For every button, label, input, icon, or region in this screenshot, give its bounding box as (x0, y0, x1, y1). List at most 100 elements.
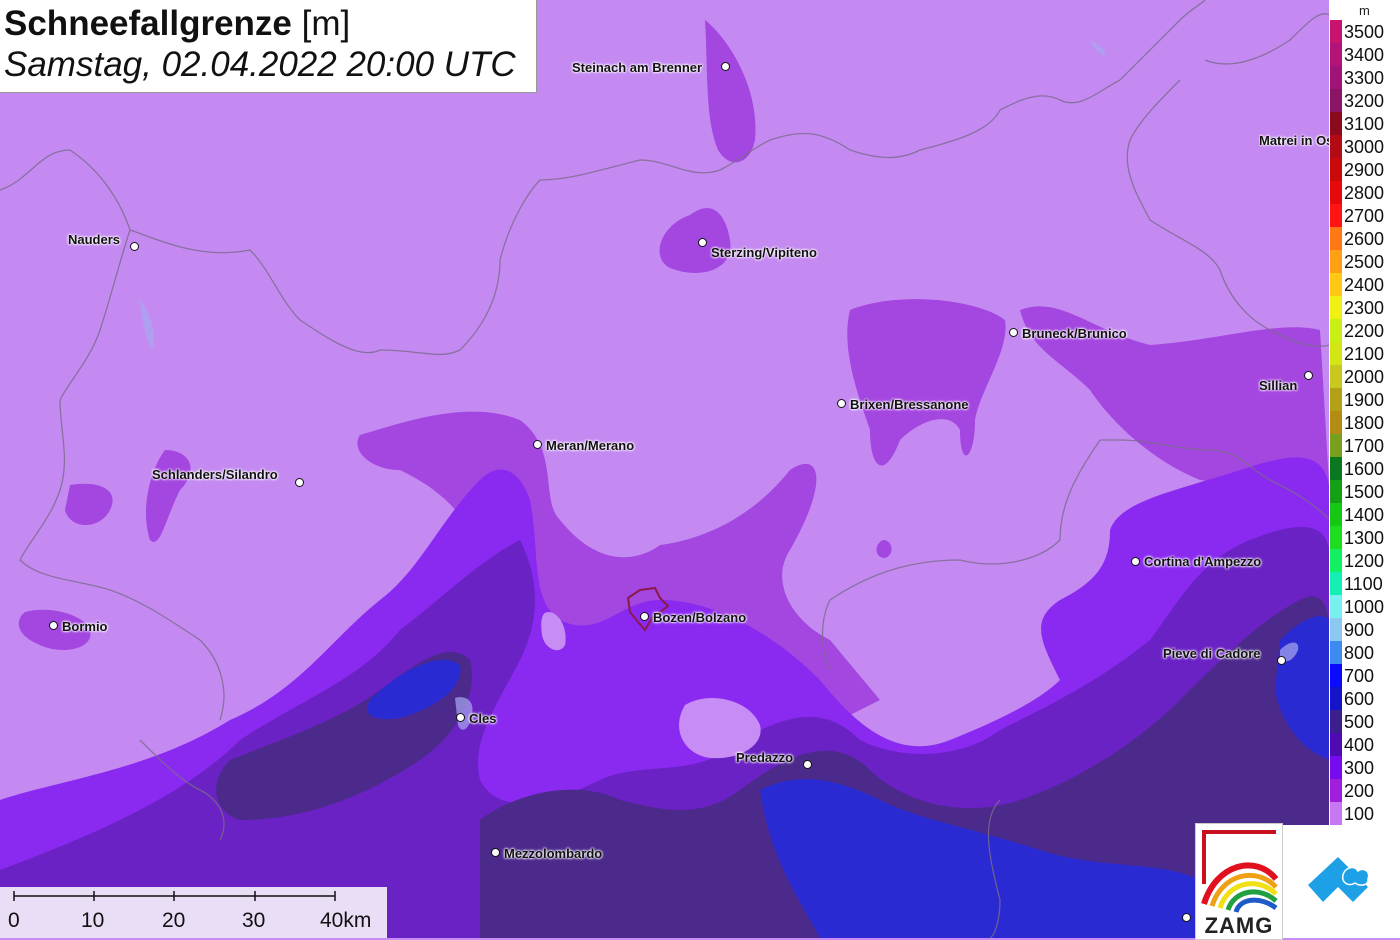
city-label-mezzolombardo: Mezzolombardo (504, 846, 603, 861)
legend-swatch (1330, 388, 1342, 411)
city-dot-mezzolombardo[interactable] (491, 848, 500, 857)
legend-swatch (1330, 434, 1342, 457)
legend-swatch (1330, 480, 1342, 503)
legend-swatch (1330, 296, 1342, 319)
legend-swatch (1330, 66, 1342, 89)
geosphere-logo-icon (1308, 857, 1370, 902)
zamg-logo[interactable]: ZAMG (1195, 823, 1283, 940)
legend-row: 1300 (1329, 526, 1400, 549)
legend-label: 3500 (1344, 22, 1385, 42)
legend-label: 3200 (1344, 91, 1385, 111)
legend-swatch (1330, 273, 1342, 296)
city-dot-predazzo[interactable] (803, 760, 812, 769)
legend-row: 1100 (1329, 572, 1400, 595)
city-dot-brixen[interactable] (837, 399, 846, 408)
scale-label-30: 30 (242, 909, 266, 932)
legend-label: 800 (1344, 643, 1375, 663)
legend-label: 3300 (1344, 68, 1385, 88)
city-dot-unlabeled[interactable] (1182, 913, 1191, 922)
legend-row: 2500 (1329, 250, 1400, 273)
legend-swatch (1330, 20, 1342, 43)
legend-swatch (1330, 779, 1342, 802)
legend-swatch (1330, 802, 1342, 825)
legend-label: 600 (1344, 689, 1375, 709)
scale-bar: 0 10 20 30 40km (0, 887, 387, 938)
legend-swatch (1330, 687, 1342, 710)
city-label-cortina: Cortina d'Ampezzo (1144, 554, 1262, 569)
map-datetime: Samstag, 02.04.2022 20:00 UTC (4, 45, 516, 84)
scale-label-40: 40km (320, 909, 372, 932)
legend-label: 2200 (1344, 321, 1385, 341)
legend-row: 1600 (1329, 457, 1400, 480)
city-dot-meran[interactable] (533, 440, 542, 449)
legend-swatch (1330, 756, 1342, 779)
parameter-unit: [m] (301, 4, 351, 43)
legend-swatch (1330, 618, 1342, 641)
city-label-bormio: Bormio (62, 619, 108, 634)
city-label-pieve: Pieve di Cadore (1163, 646, 1261, 661)
legend-label: 1900 (1344, 390, 1385, 410)
city-label-sterzing: Sterzing/Vipiteno (711, 245, 817, 260)
legend-row: 2700 (1329, 204, 1400, 227)
legend-label: 1600 (1344, 459, 1385, 479)
city-dot-cortina[interactable] (1131, 557, 1140, 566)
city-dot-bozen[interactable] (640, 612, 649, 621)
legend-swatch (1330, 43, 1342, 66)
city-dot-nauders[interactable] (130, 242, 139, 251)
legend-label: 2100 (1344, 344, 1385, 364)
legend-label: 1200 (1344, 551, 1385, 571)
map-title: Schneefallgrenze [m] (4, 4, 350, 44)
legend-swatch (1330, 227, 1342, 250)
legend-row: 2400 (1329, 273, 1400, 296)
legend-label: 1100 (1344, 574, 1383, 594)
city-label-sillian: Sillian (1259, 378, 1298, 393)
legend-label: 3100 (1344, 114, 1385, 134)
legend-swatch (1330, 112, 1342, 135)
legend-label: 3400 (1344, 45, 1385, 65)
legend-swatch (1330, 526, 1342, 549)
legend-swatch (1330, 595, 1342, 618)
city-label-bruneck: Bruneck/Brunico (1022, 326, 1127, 341)
city-dot-bormio[interactable] (49, 621, 58, 630)
legend-swatch (1330, 549, 1342, 572)
legend-row: 800 (1329, 641, 1400, 664)
title-box: Schneefallgrenze [m] Samstag, 02.04.2022… (0, 0, 537, 93)
legend-row: 100 (1329, 802, 1400, 825)
legend-row: 300 (1329, 756, 1400, 779)
city-dot-steinach[interactable] (721, 62, 730, 71)
city-label-predazzo: Predazzo (736, 750, 794, 765)
legend-swatch (1330, 319, 1342, 342)
city-dot-bruneck[interactable] (1009, 328, 1018, 337)
city-dot-sterzing[interactable] (698, 238, 707, 247)
legend-row: 200 (1329, 779, 1400, 802)
color-legend: m 3500 3400 3300 3200 3100 3000 2900 2800 2700 26… (1329, 0, 1400, 826)
city-dot-cles[interactable] (456, 713, 465, 722)
legend-label: 300 (1344, 758, 1375, 778)
legend-row: 1700 (1329, 434, 1400, 457)
legend-row: 2600 (1329, 227, 1400, 250)
legend-swatch (1330, 135, 1342, 158)
city-dot-sillian[interactable] (1304, 371, 1313, 380)
scale-label-10: 10 (81, 909, 105, 932)
legend-row: 2200 (1329, 319, 1400, 342)
legend-label: 2500 (1344, 252, 1385, 272)
legend-label: 1000 (1344, 597, 1385, 617)
legend-label: 400 (1344, 735, 1375, 755)
legend-swatch (1330, 204, 1342, 227)
legend-row: 1800 (1329, 411, 1400, 434)
legend-label: 2300 (1344, 298, 1385, 318)
city-dot-schlanders[interactable] (295, 478, 304, 487)
legend-swatch (1330, 365, 1342, 388)
city-dot-pieve[interactable] (1277, 656, 1286, 665)
legend-swatch (1330, 457, 1342, 480)
zamg-rainbow-icon (1201, 830, 1279, 914)
geosphere-logo[interactable] (1283, 825, 1400, 938)
legend-swatch (1330, 89, 1342, 112)
legend-swatch (1330, 250, 1342, 273)
legend-label: 1700 (1344, 436, 1385, 456)
legend-row: 1000 (1329, 595, 1400, 618)
legend-label: 900 (1344, 620, 1375, 640)
legend-label: 500 (1344, 712, 1375, 732)
legend-label: 1300 (1344, 528, 1385, 548)
legend-row: 3100 (1329, 112, 1400, 135)
